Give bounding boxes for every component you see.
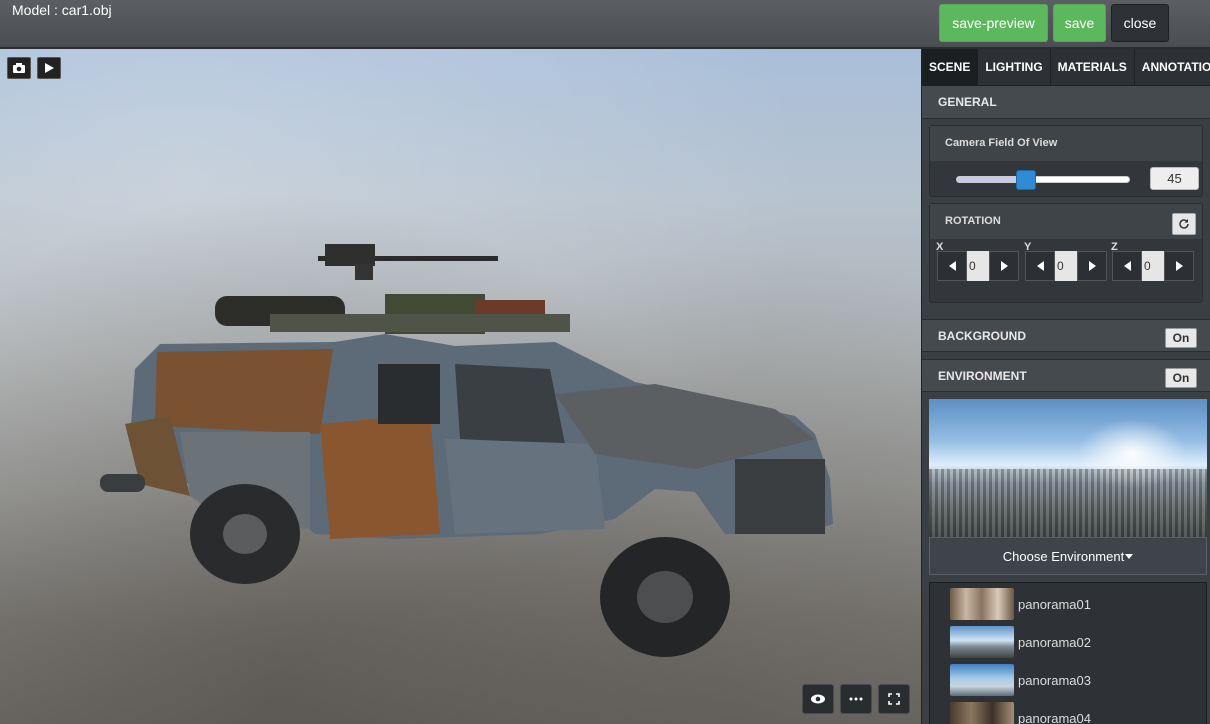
environment-title: ENVIRONMENT — [938, 369, 1027, 383]
background-title: BACKGROUND — [938, 329, 1026, 343]
arrow-right-icon — [1175, 261, 1183, 271]
rotation-reset-button[interactable] — [1172, 213, 1196, 235]
fullscreen-button[interactable] — [878, 684, 910, 714]
rotation-x-value[interactable]: 0 — [967, 251, 989, 281]
panorama01-thumbnail — [950, 588, 1014, 620]
environment-section-header[interactable]: ENVIRONMENT On — [922, 359, 1210, 392]
panorama03-label: panorama03 — [1018, 672, 1091, 688]
environment-option-panorama03[interactable]: panorama03 — [950, 664, 1091, 696]
car-model[interactable] — [95, 234, 855, 664]
rotation-z-decrement[interactable] — [1112, 251, 1142, 281]
rotation-y-stepper: 0 — [1025, 251, 1111, 281]
play-icon — [45, 63, 54, 73]
panorama01-label: panorama01 — [1018, 596, 1091, 612]
rotation-title-text: ROTATION — [945, 215, 1001, 227]
refresh-icon — [1179, 219, 1189, 229]
background-section-header[interactable]: BACKGROUND On — [922, 319, 1210, 352]
panorama03-thumbnail — [950, 664, 1014, 696]
fov-control: 45 — [930, 161, 1202, 198]
caret-down-icon — [1125, 553, 1134, 559]
panorama02-thumbnail — [950, 626, 1014, 658]
arrow-left-icon — [948, 261, 956, 271]
fov-value-input[interactable]: 45 — [1150, 167, 1199, 190]
fov-card: Camera Field Of View 45 — [929, 125, 1203, 197]
rotation-z-increment[interactable] — [1164, 251, 1194, 281]
properties-panel: SCENE LIGHTING MATERIALS ANNOTATIONS GEN… — [921, 49, 1210, 724]
general-title: GENERAL — [938, 95, 997, 109]
eye-icon — [811, 694, 825, 704]
rotation-x-stepper: 0 — [937, 251, 1023, 281]
rotation-x-decrement[interactable] — [937, 251, 967, 281]
save-preview-button[interactable]: save-preview — [939, 4, 1048, 42]
environment-option-panorama01[interactable]: panorama01 — [950, 588, 1091, 620]
arrow-right-icon — [1000, 261, 1008, 271]
visibility-button[interactable] — [802, 684, 834, 714]
fov-slider[interactable] — [956, 170, 1130, 190]
rotation-title: ROTATION — [930, 204, 1202, 239]
camera-icon — [13, 63, 25, 73]
arrow-left-icon — [1123, 261, 1131, 271]
environment-toggle[interactable]: On — [1165, 368, 1197, 388]
choose-environment-label: Choose Environment — [1002, 548, 1125, 564]
tab-annotations[interactable]: ANNOTATIONS — [1135, 49, 1210, 86]
panorama02-label: panorama02 — [1018, 634, 1091, 650]
rotation-y-increment[interactable] — [1077, 251, 1107, 281]
rotation-card: ROTATION X Y Z 0 0 0 — [929, 203, 1203, 303]
play-button[interactable] — [37, 57, 61, 79]
environment-preview — [929, 399, 1207, 537]
arrow-right-icon — [1088, 261, 1096, 271]
environment-options-list: panorama01 panorama02 panorama03 panoram… — [929, 582, 1207, 724]
tab-materials[interactable]: MATERIALS — [1051, 49, 1135, 86]
environment-city-texture — [929, 469, 1207, 537]
tab-scene[interactable]: SCENE — [922, 49, 979, 86]
fullscreen-icon — [888, 693, 900, 705]
background-toggle[interactable]: On — [1165, 328, 1197, 348]
rotation-x-increment[interactable] — [989, 251, 1019, 281]
fov-slider-thumb[interactable] — [1016, 170, 1036, 190]
more-icon — [849, 697, 863, 701]
rotation-z-stepper: 0 — [1112, 251, 1198, 281]
3d-viewport[interactable] — [0, 49, 921, 724]
panorama04-thumbnail — [950, 702, 1014, 724]
choose-environment-dropdown[interactable]: Choose Environment — [929, 537, 1207, 575]
screenshot-button[interactable] — [7, 57, 31, 79]
rotation-y-decrement[interactable] — [1025, 251, 1055, 281]
more-options-button[interactable] — [840, 684, 872, 714]
environment-option-panorama04[interactable]: panorama04 — [950, 702, 1091, 724]
rotation-z-value[interactable]: 0 — [1142, 251, 1164, 281]
model-title: Model : car1.obj — [12, 2, 112, 18]
top-bar: Model : car1.obj save-preview save close — [0, 0, 1210, 48]
arrow-left-icon — [1036, 261, 1044, 271]
general-section-header[interactable]: GENERAL — [922, 86, 1210, 119]
save-button[interactable]: save — [1053, 4, 1106, 42]
rotation-y-value[interactable]: 0 — [1055, 251, 1077, 281]
rotation-controls: X Y Z 0 0 0 — [930, 239, 1202, 299]
tab-lighting[interactable]: LIGHTING — [978, 49, 1051, 86]
fov-label: Camera Field Of View — [930, 126, 1202, 161]
panel-tabs: SCENE LIGHTING MATERIALS ANNOTATIONS — [922, 49, 1210, 86]
close-button[interactable]: close — [1111, 4, 1169, 42]
environment-option-panorama02[interactable]: panorama02 — [950, 626, 1091, 658]
panorama04-label: panorama04 — [1018, 710, 1091, 724]
